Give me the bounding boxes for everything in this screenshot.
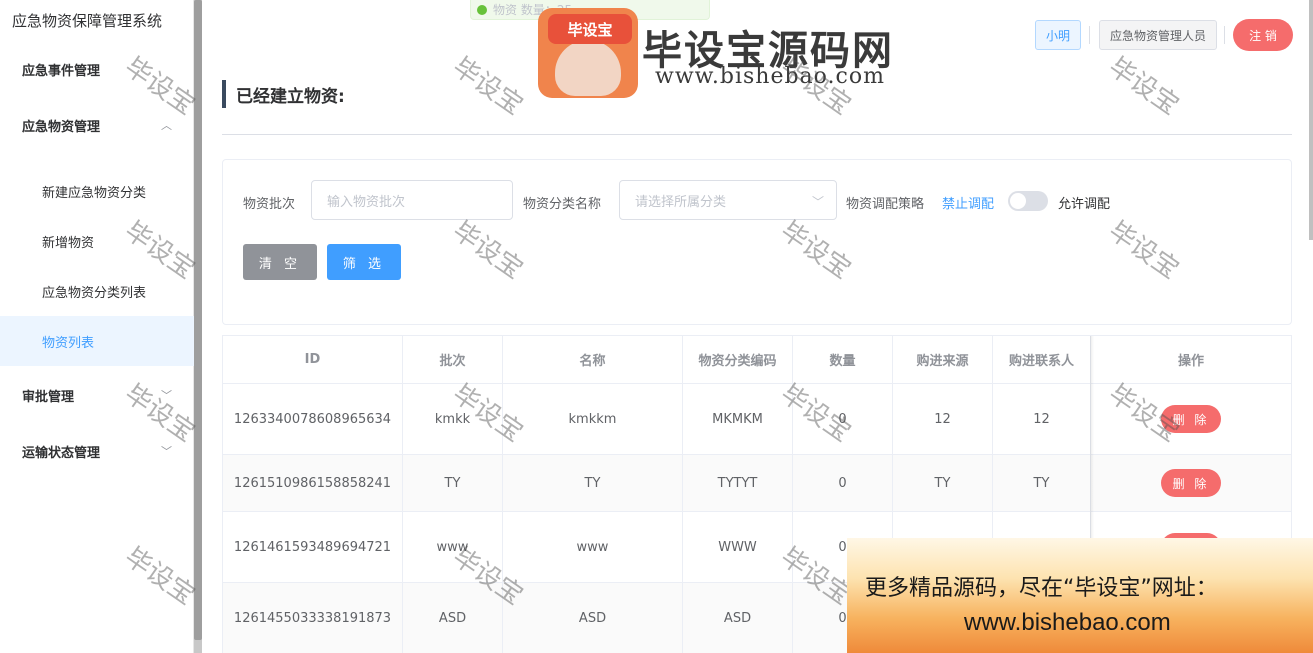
user-tag[interactable]: 小明	[1035, 20, 1082, 50]
cell-name: kmkkm	[503, 384, 683, 454]
menu-item-label: 审批管理	[22, 389, 75, 405]
app-title: 应急物资保障管理系统	[12, 12, 163, 30]
cell-category-code: ASD	[683, 583, 793, 653]
submenu-item-label: 物资列表	[42, 335, 95, 351]
watermark-text: 毕设宝	[447, 51, 529, 122]
column-header: 购进来源	[893, 336, 993, 383]
cell-batch: kmkk	[403, 384, 503, 454]
cell-source: 12	[893, 384, 993, 454]
batch-label: 物资批次	[243, 197, 296, 212]
menu-item-emergency-events[interactable]: 应急事件管理	[0, 41, 194, 97]
page-title: 已经建立物资:	[222, 80, 345, 108]
table-header-row: ID 批次 名称 物资分类编码 数量 购进来源 购进联系人 操作	[223, 336, 1291, 384]
cell-actions: 删 除	[1091, 455, 1291, 511]
watermark-text: 毕设宝	[1103, 51, 1185, 122]
menu-item-approval[interactable]: 审批管理 ﹀	[0, 367, 194, 423]
page-scrollbar[interactable]	[1309, 0, 1313, 240]
column-header: ID	[223, 336, 403, 383]
cell-category-code: WWW	[683, 512, 793, 582]
divider	[1089, 26, 1090, 44]
category-label: 物资分类名称	[523, 197, 602, 212]
submenu-item-add-supply[interactable]: 新增物资	[0, 216, 194, 266]
column-header: 物资分类编码	[683, 336, 793, 383]
column-header: 批次	[403, 336, 503, 383]
delete-button[interactable]: 删 除	[1161, 405, 1221, 433]
menu-item-transport[interactable]: 运输状态管理 ﹀	[0, 423, 194, 479]
chevron-down-icon: ﹀	[161, 389, 172, 402]
sidebar-scrollbar-thumb[interactable]	[194, 0, 202, 640]
strategy-label: 物资调配策略	[846, 197, 925, 212]
cell-name: TY	[503, 455, 683, 511]
divider	[1224, 26, 1225, 44]
strategy-switch[interactable]	[1008, 191, 1048, 211]
menu-item-label: 运输状态管理	[22, 445, 101, 461]
table-row: 1263340078608965634 kmkk kmkkm MKMKM 0 1…	[223, 384, 1291, 455]
check-circle-icon	[477, 5, 487, 15]
table-row: 1261510986158858241 TY TY TYTYT 0 TY TY …	[223, 455, 1291, 512]
cell-contact: TY	[993, 455, 1091, 511]
promo-url: www.bishebao.com	[964, 609, 1171, 636]
submenu-item-new-category[interactable]: 新建应急物资分类	[0, 166, 194, 216]
switch-off-label[interactable]: 禁止调配	[942, 193, 994, 212]
submenu-item-category-list[interactable]: 应急物资分类列表	[0, 266, 194, 316]
menu-item-label: 应急物资管理	[22, 119, 101, 135]
cell-id: 1263340078608965634	[223, 384, 403, 454]
watermark-logo-url: www.bishebao.com	[655, 64, 885, 89]
menu-item-supplies[interactable]: 应急物资管理 ︿	[0, 97, 194, 153]
cell-quantity: 0	[793, 384, 893, 454]
category-select[interactable]: 请选择所属分类 ﹀	[619, 180, 837, 220]
logout-button[interactable]: 注 销	[1233, 19, 1293, 51]
cell-actions: 删 除	[1091, 384, 1291, 454]
submenu-item-supply-list[interactable]: 物资列表	[0, 316, 194, 366]
cell-batch: TY	[403, 455, 503, 511]
cell-contact: 12	[993, 384, 1091, 454]
delete-button[interactable]: 删 除	[1161, 469, 1221, 497]
chevron-down-icon: ﹀	[811, 195, 824, 209]
column-header: 购进联系人	[993, 336, 1091, 383]
column-header: 操作	[1177, 354, 1204, 369]
cell-name: www	[503, 512, 683, 582]
category-select-placeholder: 请选择所属分类	[635, 194, 727, 210]
clear-button[interactable]: 清 空	[243, 244, 317, 280]
chevron-up-icon: ︿	[161, 119, 172, 132]
cell-category-code: TYTYT	[683, 455, 793, 511]
cell-id: 1261455033338191873	[223, 583, 403, 653]
cell-id: 1261461593489694721	[223, 512, 403, 582]
cell-source: TY	[893, 455, 993, 511]
menu-item-label: 应急事件管理	[22, 63, 101, 79]
cell-batch: www	[403, 512, 503, 582]
cell-name: ASD	[503, 583, 683, 653]
cell-id: 1261510986158858241	[223, 455, 403, 511]
switch-knob	[1010, 193, 1026, 209]
promo-text: 更多精品源码，尽在“毕设宝”网址：	[865, 576, 1218, 601]
divider	[222, 134, 1292, 135]
filter-button[interactable]: 筛 选	[327, 244, 401, 280]
submenu-item-label: 应急物资分类列表	[42, 285, 147, 301]
cell-quantity: 0	[793, 455, 893, 511]
watermark-logo-tag: 毕设宝	[548, 14, 632, 44]
batch-input[interactable]: 输入物资批次	[311, 180, 513, 220]
submenu-item-label: 新增物资	[42, 235, 95, 251]
sidebar: 应急物资保障管理系统 应急事件管理 应急物资管理 ︿ 新建应急物资分类 新增物资…	[0, 0, 194, 653]
role-tag[interactable]: 应急物资管理人员	[1099, 20, 1218, 50]
column-header: 名称	[503, 336, 683, 383]
cell-batch: ASD	[403, 583, 503, 653]
submenu-item-label: 新建应急物资分类	[42, 185, 147, 201]
cell-category-code: MKMKM	[683, 384, 793, 454]
column-header: 数量	[793, 336, 893, 383]
switch-on-label[interactable]: 允许调配	[1058, 193, 1110, 212]
chevron-down-icon: ﹀	[161, 445, 172, 458]
